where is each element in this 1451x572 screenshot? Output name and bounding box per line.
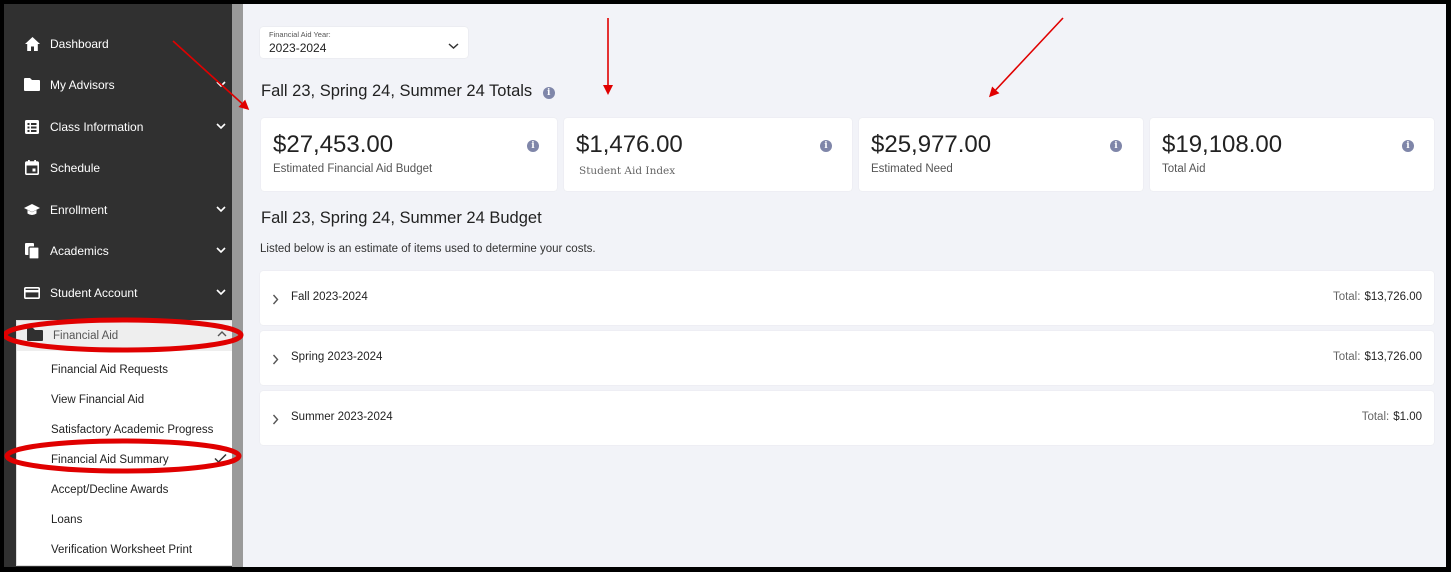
submenu-item-loans[interactable]: Loans [17,505,237,535]
sidebar-item-schedule[interactable]: Schedule [4,147,236,188]
documents-icon [24,242,40,259]
sidebar-scrollbar[interactable] [232,4,243,567]
term-total: Total: $13,726.00 [1333,291,1422,303]
chevron-right-icon [272,412,279,430]
sidebar-item-financial-aid[interactable]: Financial Aid [17,321,237,351]
sidebar-item-label: Dashboard [50,36,109,51]
sidebar-item-label: Financial Aid [53,330,119,342]
term-row-summer[interactable]: Summer 2023-2024 Total: $1.00 [260,391,1434,445]
sidebar-item-label: Schedule [50,160,101,175]
sidebar-item-student-account[interactable]: Student Account [4,272,236,313]
app-frame: Dashboard My Advisors Class Information [4,4,1446,567]
budget-section-title: Fall 23, Spring 24, Summer 24 Budget [261,209,542,227]
info-icon[interactable]: i [542,87,555,99]
chevron-down-icon[interactable] [216,285,226,299]
submenu-item-accept-decline-awards[interactable]: Accept/Decline Awards [17,475,237,505]
sidebar-item-enrollment[interactable]: Enrollment [4,189,236,230]
financial-aid-submenu: Financial Aid Financial Aid Requests Vie… [16,320,237,566]
main-content: Financial Aid Year: 2023-2024 Fall 23, S… [243,4,1446,567]
sidebar-item-label: Student Account [50,285,138,300]
card-amount: $27,453.00 [273,131,394,158]
info-icon[interactable]: i [820,140,832,152]
chevron-down-icon[interactable] [216,243,226,257]
folder-icon [24,77,40,93]
submenu-item-label: Satisfactory Academic Progress [51,424,214,436]
card-label: Student Aid Index [579,165,676,177]
sidebar: Dashboard My Advisors Class Information [4,4,237,567]
year-select-label: Financial Aid Year: [269,30,331,39]
submenu-item-satisfactory-academic-progress[interactable]: Satisfactory Academic Progress [17,415,237,445]
info-icon[interactable]: i [1110,140,1122,152]
sidebar-item-dashboard[interactable]: Dashboard [4,23,236,64]
info-icon[interactable]: i [1402,140,1414,152]
card-total-aid: $19,108.00 Total Aid i [1150,118,1434,191]
chevron-down-icon[interactable] [216,77,226,91]
checkmark-icon [214,453,227,467]
card-label: Estimated Need [871,163,953,175]
card-label: Total Aid [1162,163,1206,175]
chevron-down-icon[interactable] [216,202,226,216]
chevron-right-icon [272,292,279,310]
budget-description: Listed below is an estimate of items use… [260,243,596,255]
term-total-value: $13,726.00 [1364,351,1422,363]
submenu-item-label: Financial Aid Requests [51,364,168,376]
term-name: Spring 2023-2024 [291,351,383,363]
sidebar-item-label: Academics [50,243,109,258]
sidebar-item-academics[interactable]: Academics [4,230,236,271]
home-icon [24,36,40,52]
sidebar-item-label: My Advisors [50,77,115,92]
submenu-item-label: Verification Worksheet Print [51,544,193,556]
term-total: Total: $13,726.00 [1333,351,1422,363]
sidebar-item-label: Enrollment [50,202,108,217]
sidebar-item-class-information[interactable]: Class Information [4,106,236,147]
graduation-cap-icon [24,202,40,218]
folder-icon [27,328,43,344]
term-total-value: $13,726.00 [1364,291,1422,303]
submenu-item-view-financial-aid[interactable]: View Financial Aid [17,385,237,415]
chevron-down-icon[interactable] [216,119,226,133]
term-total-value: $1.00 [1393,411,1422,423]
submenu-item-verification-worksheet-print[interactable]: Verification Worksheet Print [17,535,237,565]
submenu-item-label: Financial Aid Summary [51,454,169,466]
submenu-item-label: Accept/Decline Awards [51,484,169,496]
credit-card-icon [24,285,40,301]
card-estimated-need: $25,977.00 Estimated Need i [859,118,1143,191]
chevron-up-icon[interactable] [217,329,227,341]
submenu-item-financial-aid-requests[interactable]: Financial Aid Requests [17,355,237,385]
term-total-label: Total: [1361,411,1390,423]
calendar-icon [24,160,40,176]
sidebar-item-label: Class Information [50,119,144,134]
chevron-right-icon [272,352,279,370]
sidebar-item-my-advisors[interactable]: My Advisors [4,64,236,105]
chevron-down-icon [448,37,459,55]
term-name: Summer 2023-2024 [291,411,393,423]
list-icon [24,119,40,135]
term-row-fall[interactable]: Fall 2023-2024 Total: $13,726.00 [260,271,1434,325]
term-total-label: Total: [1332,351,1361,363]
card-amount: $19,108.00 [1162,131,1283,158]
info-icon[interactable]: i [527,140,539,152]
term-name: Fall 2023-2024 [291,291,368,303]
term-total-label: Total: [1332,291,1361,303]
term-row-spring[interactable]: Spring 2023-2024 Total: $13,726.00 [260,331,1434,385]
financial-aid-year-select[interactable]: Financial Aid Year: 2023-2024 [260,27,468,58]
year-select-value: 2023-2024 [269,41,327,55]
card-label: Estimated Financial Aid Budget [273,163,433,175]
card-estimated-budget: $27,453.00 Estimated Financial Aid Budge… [261,118,557,191]
submenu-item-label: View Financial Aid [51,394,145,406]
totals-title-text: Fall 23, Spring 24, Summer 24 Totals [261,82,533,100]
card-amount: $1,476.00 [576,131,683,158]
totals-section-title: Fall 23, Spring 24, Summer 24 Totals i [261,82,555,101]
card-student-aid-index: $1,476.00 Student Aid Index i [564,118,852,191]
term-total: Total: $1.00 [1362,411,1422,423]
card-amount: $25,977.00 [871,131,992,158]
submenu-item-financial-aid-summary[interactable]: Financial Aid Summary [17,445,237,475]
submenu-item-label: Loans [51,514,83,526]
